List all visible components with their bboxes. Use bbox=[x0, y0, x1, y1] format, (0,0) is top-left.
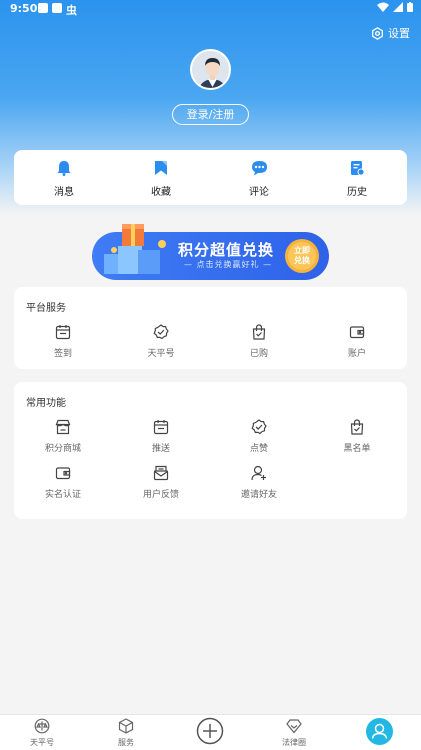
battery-icon bbox=[407, 2, 413, 12]
tab-profile[interactable] bbox=[349, 718, 409, 747]
notification-icon bbox=[52, 3, 62, 13]
banner-title: 积分超值兑换 bbox=[178, 241, 275, 259]
bookmark-icon bbox=[155, 161, 167, 175]
comment-icon bbox=[251, 161, 267, 176]
grid-item-real-name-auth[interactable]: 实名认证 bbox=[28, 465, 98, 500]
verified-icon bbox=[251, 419, 267, 435]
grid-item-push[interactable]: 推送 bbox=[126, 419, 196, 454]
gear-icon bbox=[372, 26, 383, 40]
points-exchange-banner[interactable]: 积分超值兑换 — 点击兑换赢好礼 — 立即 兑换 bbox=[92, 220, 329, 282]
quick-item-label: 收藏 bbox=[151, 187, 171, 198]
avatar[interactable] bbox=[190, 49, 231, 90]
settings-label: 设置 bbox=[388, 27, 410, 40]
tab-label: 服务 bbox=[118, 738, 134, 747]
platform-services-card: 平台服务 签到 天平号 已购 账户 bbox=[14, 287, 407, 369]
add-user-icon bbox=[251, 465, 266, 481]
user-active-icon bbox=[365, 718, 393, 745]
grid-item-points-mall[interactable]: 积分商城 bbox=[28, 419, 98, 454]
grid-item-label: 签到 bbox=[53, 349, 72, 359]
tab-label: 天平号 bbox=[30, 738, 54, 747]
banner-exchange-button[interactable]: 立即 兑换 bbox=[290, 246, 314, 266]
section-title: 平台服务 bbox=[26, 303, 66, 314]
balance-icon bbox=[34, 718, 50, 734]
shopping-bag-icon bbox=[350, 419, 364, 435]
banner-button-line2: 兑换 bbox=[294, 256, 310, 265]
quick-item-label: 评论 bbox=[249, 187, 269, 198]
grid-item-label: 天平号 bbox=[147, 349, 175, 359]
plus-circle-icon bbox=[196, 717, 224, 745]
grid-item-purchased[interactable]: 已购 bbox=[224, 324, 294, 359]
bottom-tab-bar: 天平号 服务 法律圈 bbox=[0, 714, 421, 750]
signal-icon bbox=[393, 2, 403, 12]
quick-item-comments[interactable]: 评论 bbox=[229, 160, 289, 198]
quick-item-favorites[interactable]: 收藏 bbox=[131, 160, 191, 198]
grid-item-label: 邀请好友 bbox=[240, 490, 277, 500]
wallet-icon bbox=[55, 467, 71, 480]
calendar-icon bbox=[153, 420, 169, 435]
tab-publish[interactable] bbox=[180, 717, 240, 747]
quick-item-label: 消息 bbox=[54, 187, 74, 198]
common-functions-card: 常用功能 积分商城 推送 点赞 黑名单 实名认证 用户反馈 邀请好友 bbox=[14, 382, 407, 519]
bug-icon: 虫 bbox=[66, 4, 77, 17]
grid-item-label: 账户 bbox=[347, 349, 366, 359]
status-time: 9:50 bbox=[10, 2, 38, 15]
calendar-icon bbox=[55, 325, 71, 340]
status-bar: 9:50 虫 bbox=[0, 0, 421, 18]
cube-icon bbox=[118, 718, 134, 734]
quick-item-history[interactable]: 历史 bbox=[327, 160, 387, 198]
grid-item-invite-friends[interactable]: 邀请好友 bbox=[224, 465, 294, 500]
grid-item-label: 用户反馈 bbox=[142, 490, 179, 500]
tab-law-circle[interactable]: 法律圈 bbox=[264, 718, 324, 748]
quick-actions-card: 消息 收藏 评论 历史 bbox=[14, 150, 407, 205]
grid-item-label: 点赞 bbox=[249, 444, 268, 454]
wallet-icon bbox=[349, 326, 365, 339]
section-title: 常用功能 bbox=[26, 398, 66, 409]
tab-services[interactable]: 服务 bbox=[96, 718, 156, 748]
grid-item-feedback[interactable]: 用户反馈 bbox=[126, 465, 196, 500]
grid-item-label: 积分商城 bbox=[44, 444, 81, 454]
shopping-bag-icon bbox=[252, 324, 266, 340]
banner-subtitle: — 点击兑换赢好礼 — bbox=[184, 260, 273, 269]
tab-tianping[interactable]: 天平号 bbox=[12, 718, 72, 748]
verified-icon bbox=[153, 324, 169, 340]
quick-item-label: 历史 bbox=[347, 187, 367, 198]
grid-item-label: 实名认证 bbox=[44, 490, 81, 500]
grid-item-label: 已购 bbox=[249, 349, 268, 359]
mail-icon bbox=[153, 465, 169, 481]
grid-item-checkin[interactable]: 签到 bbox=[28, 324, 98, 359]
quick-item-messages[interactable]: 消息 bbox=[34, 160, 94, 198]
diamond-icon bbox=[286, 719, 302, 734]
settings-button[interactable]: 设置 bbox=[371, 25, 410, 41]
tab-label: 法律圈 bbox=[282, 738, 306, 747]
login-register-button[interactable]: 登录/注册 bbox=[172, 104, 249, 125]
grid-item-label: 黑名单 bbox=[343, 444, 371, 454]
grid-item-tianping[interactable]: 天平号 bbox=[126, 324, 196, 359]
history-icon bbox=[351, 161, 365, 176]
banner-button-line1: 立即 bbox=[294, 246, 310, 255]
grid-item-likes[interactable]: 点赞 bbox=[224, 419, 294, 454]
bell-icon bbox=[57, 161, 71, 176]
store-icon bbox=[55, 419, 71, 435]
grid-item-blacklist[interactable]: 黑名单 bbox=[322, 419, 392, 454]
notification-icon bbox=[38, 3, 48, 13]
grid-item-label: 推送 bbox=[151, 444, 170, 454]
wifi-icon bbox=[377, 2, 389, 12]
grid-item-account[interactable]: 账户 bbox=[322, 324, 392, 359]
